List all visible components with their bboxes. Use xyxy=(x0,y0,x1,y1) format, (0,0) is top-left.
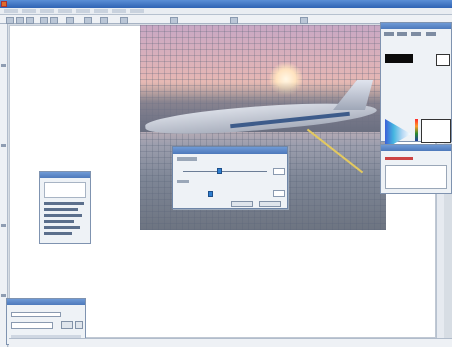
menu-item[interactable] xyxy=(22,9,36,13)
panel-icon[interactable] xyxy=(426,32,436,36)
toolbar-button[interactable] xyxy=(170,17,178,24)
status-bar xyxy=(9,338,452,347)
menu-item[interactable] xyxy=(76,9,90,13)
tool-icon[interactable] xyxy=(1,294,6,297)
navigator-row xyxy=(44,208,78,211)
navigator-row xyxy=(44,226,80,229)
slider1-value-field[interactable] xyxy=(273,168,285,175)
toolbar-button[interactable] xyxy=(26,17,34,24)
color-panel-titlebar[interactable] xyxy=(381,23,451,29)
options-panel-titlebar[interactable] xyxy=(7,299,85,305)
panel-icon[interactable] xyxy=(411,32,421,36)
menu-item[interactable] xyxy=(130,9,144,13)
toolbar-button[interactable] xyxy=(6,17,14,24)
menu-item[interactable] xyxy=(94,9,108,13)
window-titlebar xyxy=(0,0,452,8)
navigator-preview[interactable] xyxy=(44,182,86,198)
toolbar-button[interactable] xyxy=(300,17,308,24)
slider1-thumb[interactable] xyxy=(217,168,222,174)
slider2-value-field[interactable] xyxy=(273,190,285,197)
navigator-row xyxy=(44,202,84,205)
navigator-panel-titlebar[interactable] xyxy=(40,172,90,178)
toolbar-button[interactable] xyxy=(100,17,108,24)
dialog-title[interactable] xyxy=(173,147,287,154)
toolbar-button[interactable] xyxy=(120,17,128,24)
panel-icon[interactable] xyxy=(397,32,407,36)
cancel-button[interactable] xyxy=(259,201,281,207)
panel-icon[interactable] xyxy=(384,32,394,36)
layers-panel-titlebar[interactable] xyxy=(381,145,451,151)
tool-icon[interactable] xyxy=(1,144,6,147)
navigator-row xyxy=(44,220,74,223)
ok-button[interactable] xyxy=(231,201,253,207)
options-dropdown[interactable] xyxy=(11,322,53,329)
tool-icon[interactable] xyxy=(1,224,6,227)
layer-thumbnail[interactable] xyxy=(385,157,413,160)
layer-list[interactable] xyxy=(385,165,447,189)
toolbar-button[interactable] xyxy=(50,17,58,24)
slider2-thumb[interactable] xyxy=(208,191,213,197)
toolbar-button[interactable] xyxy=(16,17,24,24)
slider1-label xyxy=(177,157,197,161)
foreground-color-swatch[interactable] xyxy=(385,54,413,63)
adjustment-dialog xyxy=(172,146,288,209)
toolbar-button[interactable] xyxy=(84,17,92,24)
color-preview[interactable] xyxy=(421,119,451,143)
menu-item[interactable] xyxy=(58,9,72,13)
tool-icon[interactable] xyxy=(1,64,6,67)
navigator-row xyxy=(44,214,82,217)
menu-item[interactable] xyxy=(112,9,126,13)
app-icon[interactable] xyxy=(1,1,7,7)
toolbar-button[interactable] xyxy=(230,17,238,24)
layers-panel xyxy=(380,144,452,194)
background-color-swatch[interactable] xyxy=(436,54,450,66)
options-button[interactable] xyxy=(61,321,73,329)
hue-slider[interactable] xyxy=(415,119,418,141)
options-field[interactable] xyxy=(11,312,61,317)
toolbar-button[interactable] xyxy=(40,17,48,24)
slider1-track[interactable] xyxy=(183,171,267,172)
slider2-label xyxy=(177,180,189,183)
toolbar-button[interactable] xyxy=(66,17,74,24)
color-panel xyxy=(380,22,452,149)
options-button[interactable] xyxy=(75,321,83,329)
menu-item[interactable] xyxy=(40,9,54,13)
menu-bar xyxy=(0,8,452,15)
navigator-row xyxy=(44,232,72,235)
navigator-panel xyxy=(39,171,91,244)
menu-item[interactable] xyxy=(4,9,18,13)
